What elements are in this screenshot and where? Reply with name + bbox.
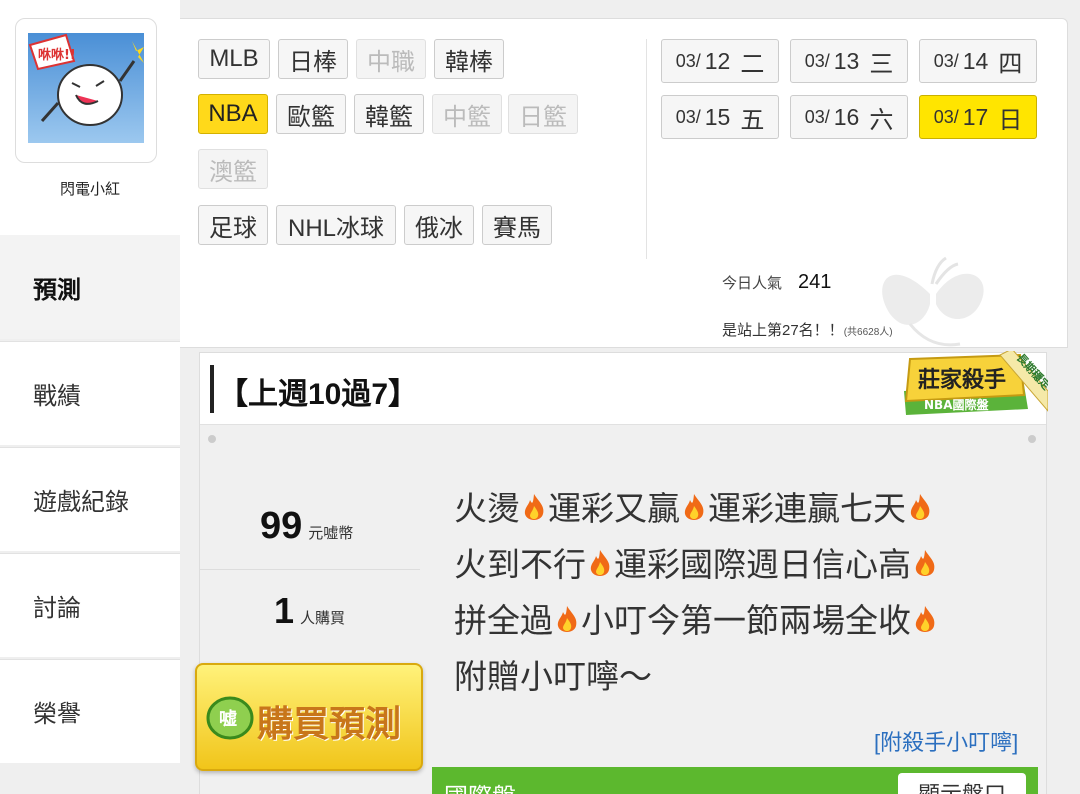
- message-line: 火燙 運彩又贏 運彩連贏七天: [454, 481, 1014, 537]
- fire-icon: [907, 485, 933, 520]
- message-text: 運彩連贏七天: [708, 490, 906, 527]
- message-text: 拼全過: [454, 602, 553, 639]
- username: 閃電小紅: [59, 181, 120, 198]
- stat-divider: [200, 569, 420, 570]
- nav-discussion[interactable]: 討論: [0, 553, 180, 657]
- date-month: 03/: [933, 50, 959, 71]
- date-month: 03/: [804, 50, 830, 71]
- date-month: 03/: [675, 106, 701, 127]
- coin-icon: 嘘: [206, 696, 254, 740]
- odds-bar-label: 國際盤: [444, 777, 516, 794]
- league-korea-basketball[interactable]: 韓籃: [354, 94, 424, 134]
- rank-text: 是站上第27名！！: [722, 322, 844, 339]
- card-title: 【上週10過7】: [218, 378, 419, 411]
- message-text: 小叮今第一節兩場全收: [581, 602, 911, 639]
- league-soccer[interactable]: 足球: [198, 205, 268, 245]
- date-day: 17: [962, 103, 989, 130]
- message-line: 拼全過 小叮今第一節兩場全收: [454, 593, 1014, 649]
- profile-panel: 咻咻!! 閃電小紅: [0, 0, 180, 235]
- date-weekday: 三: [869, 50, 894, 78]
- message-text: 火燙: [454, 490, 520, 527]
- fire-icon: [521, 485, 547, 520]
- odds-bar: 國際盤 顯示盤口: [432, 767, 1038, 794]
- league-mlb[interactable]: MLB: [198, 39, 270, 79]
- league-cpbl[interactable]: 中職: [356, 39, 426, 79]
- rank-total: (共6628人): [843, 327, 893, 338]
- popularity-label: 今日人氣: [722, 275, 783, 292]
- date-weekday: 五: [740, 106, 765, 134]
- date-month: 03/: [675, 50, 701, 71]
- svg-text:咻咻!!: 咻咻!!: [38, 47, 76, 63]
- buy-prediction-button[interactable]: 嘘 購買預測: [195, 663, 423, 771]
- pin-icon: [208, 435, 216, 443]
- league-aus-basketball[interactable]: 澳籃: [198, 149, 268, 189]
- date-month: 03/: [804, 106, 830, 127]
- date-0315[interactable]: 03/15 五: [661, 95, 779, 139]
- show-odds-button[interactable]: 顯示盤口: [898, 773, 1026, 794]
- fire-icon: [587, 541, 613, 576]
- date-day: 14: [962, 47, 989, 74]
- message-text: 附贈小叮嚀～: [454, 658, 652, 695]
- nav-prediction[interactable]: 預測: [0, 235, 180, 339]
- date-weekday: 日: [998, 106, 1023, 134]
- date-month: 03/: [933, 106, 959, 127]
- league-nba[interactable]: NBA: [198, 94, 268, 134]
- popularity: 今日人氣 241: [722, 271, 831, 294]
- league-japan-baseball[interactable]: 日棒: [278, 39, 348, 79]
- title-accent-bar: [210, 365, 214, 413]
- badge-title: 莊家殺手: [918, 367, 1006, 393]
- filter-divider: [646, 39, 647, 259]
- nav-game-log[interactable]: 遊戲紀錄: [0, 447, 180, 551]
- buy-button-label: 購買預測: [257, 703, 402, 744]
- buyers-value: 1: [274, 590, 295, 631]
- date-0312[interactable]: 03/12 二: [661, 39, 779, 83]
- fire-icon: [912, 597, 938, 632]
- popularity-value: 241: [798, 271, 832, 293]
- buyers: 1 人購買: [274, 590, 345, 632]
- rank-line: 是站上第27名！！(共6628人): [722, 319, 893, 340]
- message-line: 火到不行 運彩國際週日信心高: [454, 537, 1014, 593]
- price: 99 元嘘幣: [260, 505, 353, 548]
- date-0316[interactable]: 03/16 六: [790, 95, 908, 139]
- buyers-unit: 人購買: [300, 610, 346, 627]
- coin-text: 嘘: [219, 709, 237, 730]
- date-weekday: 六: [869, 106, 894, 134]
- killer-tips-link[interactable]: [附殺手小叮嚀]: [874, 725, 1018, 757]
- league-khl[interactable]: 俄冰: [404, 205, 474, 245]
- banker-killer-badge: 莊家殺手 NBA國際盤 長期穩定: [904, 351, 1048, 415]
- avatar-character-icon: 咻咻!!: [28, 33, 144, 126]
- message-text: 運彩又贏: [548, 490, 680, 527]
- date-0314[interactable]: 03/14 四: [919, 39, 1037, 83]
- nav-honor[interactable]: 榮譽: [0, 659, 180, 763]
- badge-subtitle: NBA國際盤: [924, 397, 989, 412]
- date-0317[interactable]: 03/17 日: [919, 95, 1037, 139]
- prediction-message: 火燙 運彩又贏 運彩連贏七天 火到不行 運彩國際週日信心高 拼全過 小叮今第一節兩場全收…: [454, 481, 1014, 705]
- price-unit: 元嘘幣: [308, 525, 354, 542]
- league-china-basketball[interactable]: 中籃: [432, 94, 502, 134]
- filter-panel: MLB 日棒 中職 韓棒 NBA 歐籃 韓籃 中籃 日籃 澳籃 足球 NHL冰球…: [180, 18, 1068, 348]
- fire-icon: [912, 541, 938, 576]
- message-line: 附贈小叮嚀～: [454, 649, 1014, 705]
- message-text: 火到不行: [454, 546, 586, 583]
- avatar[interactable]: 咻咻!!: [15, 18, 157, 163]
- price-value: 99: [260, 505, 303, 547]
- date-weekday: 二: [740, 50, 765, 78]
- date-day: 15: [704, 103, 731, 130]
- message-text: 運彩國際週日信心高: [614, 546, 911, 583]
- date-day: 12: [704, 47, 731, 74]
- nav-record[interactable]: 戰績: [0, 341, 180, 445]
- league-japan-basketball[interactable]: 日籃: [508, 94, 578, 134]
- fire-icon: [554, 597, 580, 632]
- league-korea-baseball[interactable]: 韓棒: [434, 39, 504, 79]
- date-day: 13: [833, 47, 860, 74]
- left-column: 咻咻!! 閃電小紅 預測 戰績 遊戲紀錄 討論 榮譽: [0, 0, 180, 794]
- fire-icon: [681, 485, 707, 520]
- date-weekday: 四: [998, 50, 1023, 78]
- league-nhl[interactable]: NHL冰球: [276, 205, 396, 245]
- league-euro-basketball[interactable]: 歐籃: [276, 94, 346, 134]
- league-horse-racing[interactable]: 賽馬: [482, 205, 552, 245]
- date-day: 16: [833, 103, 860, 130]
- date-0313[interactable]: 03/13 三: [790, 39, 908, 83]
